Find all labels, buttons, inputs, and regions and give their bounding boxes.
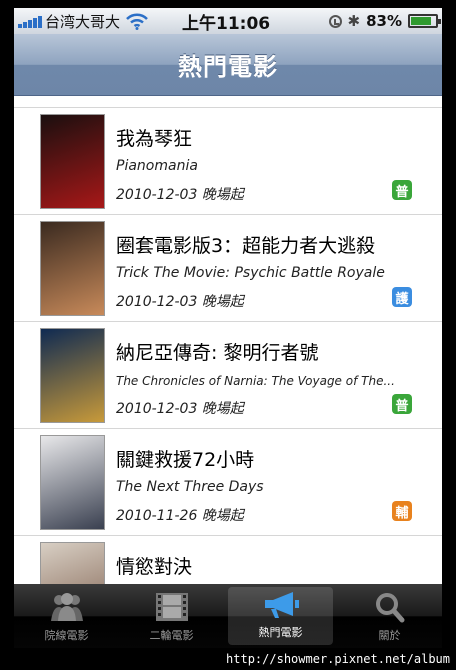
list-item[interactable]	[14, 96, 442, 108]
movie-title: 情慾對決	[116, 556, 193, 578]
movie-poster	[40, 542, 105, 584]
tab-label: 關於	[378, 629, 401, 642]
people-icon	[47, 591, 87, 623]
release-date: 2010-11-26 晚場起	[116, 508, 244, 524]
battery-percent: 83%	[366, 12, 402, 30]
watermark-url: http://showmer.pixnet.net/album	[226, 652, 450, 666]
movie-poster	[40, 221, 105, 316]
film-strip-icon	[152, 591, 192, 623]
battery-icon	[408, 14, 441, 28]
movie-title: 納尼亞傳奇: 黎明行者號	[116, 342, 319, 364]
tab-hot-movies[interactable]: 熱門電影	[228, 587, 333, 645]
tab-label: 二輪電影	[149, 629, 194, 642]
rating-badge: 普	[392, 180, 412, 200]
list-item[interactable]: 我為琴狂 Pianomania 2010-12-03 晚場起 普	[14, 108, 442, 215]
magnifier-icon	[370, 591, 410, 623]
release-date: 2010-12-03 晚場起	[116, 294, 244, 310]
tab-theater-movies[interactable]: 院線電影	[14, 584, 119, 648]
wifi-icon	[126, 12, 148, 30]
list-item[interactable]: 圈套電影版3：超能力者大逃殺 Trick The Movie: Psychic …	[14, 215, 442, 322]
movie-original-title: The Next Three Days	[116, 479, 264, 495]
list-item[interactable]: 納尼亞傳奇: 黎明行者號 The Chronicles of Narnia: T…	[14, 322, 442, 429]
movie-title: 我為琴狂	[116, 128, 193, 150]
movie-list[interactable]: 我為琴狂 Pianomania 2010-12-03 晚場起 普 圈套電影版3：…	[14, 96, 442, 584]
list-item[interactable]: 情慾對決	[14, 536, 442, 584]
release-date: 2010-12-03 晚場起	[116, 187, 244, 203]
phone-screen: 台湾大哥大 上午11:06 ✱ 83% 熱門電影 我為琴狂 Pianomania	[14, 8, 442, 648]
clock: 上午11:06	[182, 13, 271, 34]
signal-strength-icon	[18, 14, 42, 28]
release-date: 2010-12-03 晚場起	[116, 401, 244, 417]
movie-poster	[40, 435, 105, 530]
tab-second-run-movies[interactable]: 二輪電影	[119, 584, 224, 648]
movie-original-title: Pianomania	[116, 158, 198, 174]
tab-bar: 院線電影 二輪電影 熱門電影 關於	[14, 584, 442, 648]
carrier-name: 台湾大哥大	[45, 12, 121, 31]
list-item[interactable]: 關鍵救援72小時 The Next Three Days 2010-11-26 …	[14, 429, 442, 536]
rotation-lock-icon	[328, 14, 342, 28]
tab-label: 院線電影	[44, 629, 89, 642]
megaphone-icon	[261, 588, 301, 620]
tab-about[interactable]: 關於	[337, 584, 442, 648]
movie-poster	[40, 328, 105, 423]
movie-original-title: The Chronicles of Narnia: The Voyage of …	[116, 374, 395, 388]
page-title: 熱門電影	[178, 53, 278, 81]
rating-badge: 護	[392, 287, 412, 307]
movie-title: 關鍵救援72小時	[116, 449, 255, 471]
movie-poster	[40, 114, 105, 209]
movie-title: 圈套電影版3：超能力者大逃殺	[116, 235, 376, 257]
rating-badge: 輔	[392, 501, 412, 521]
bluetooth-icon: ✱	[347, 12, 361, 30]
navigation-bar: 熱門電影	[14, 34, 442, 96]
rating-badge: 普	[392, 394, 412, 414]
status-bar: 台湾大哥大 上午11:06 ✱ 83%	[14, 8, 442, 34]
tab-label: 熱門電影	[258, 626, 303, 639]
movie-original-title: Trick The Movie: Psychic Battle Royale	[116, 265, 385, 281]
